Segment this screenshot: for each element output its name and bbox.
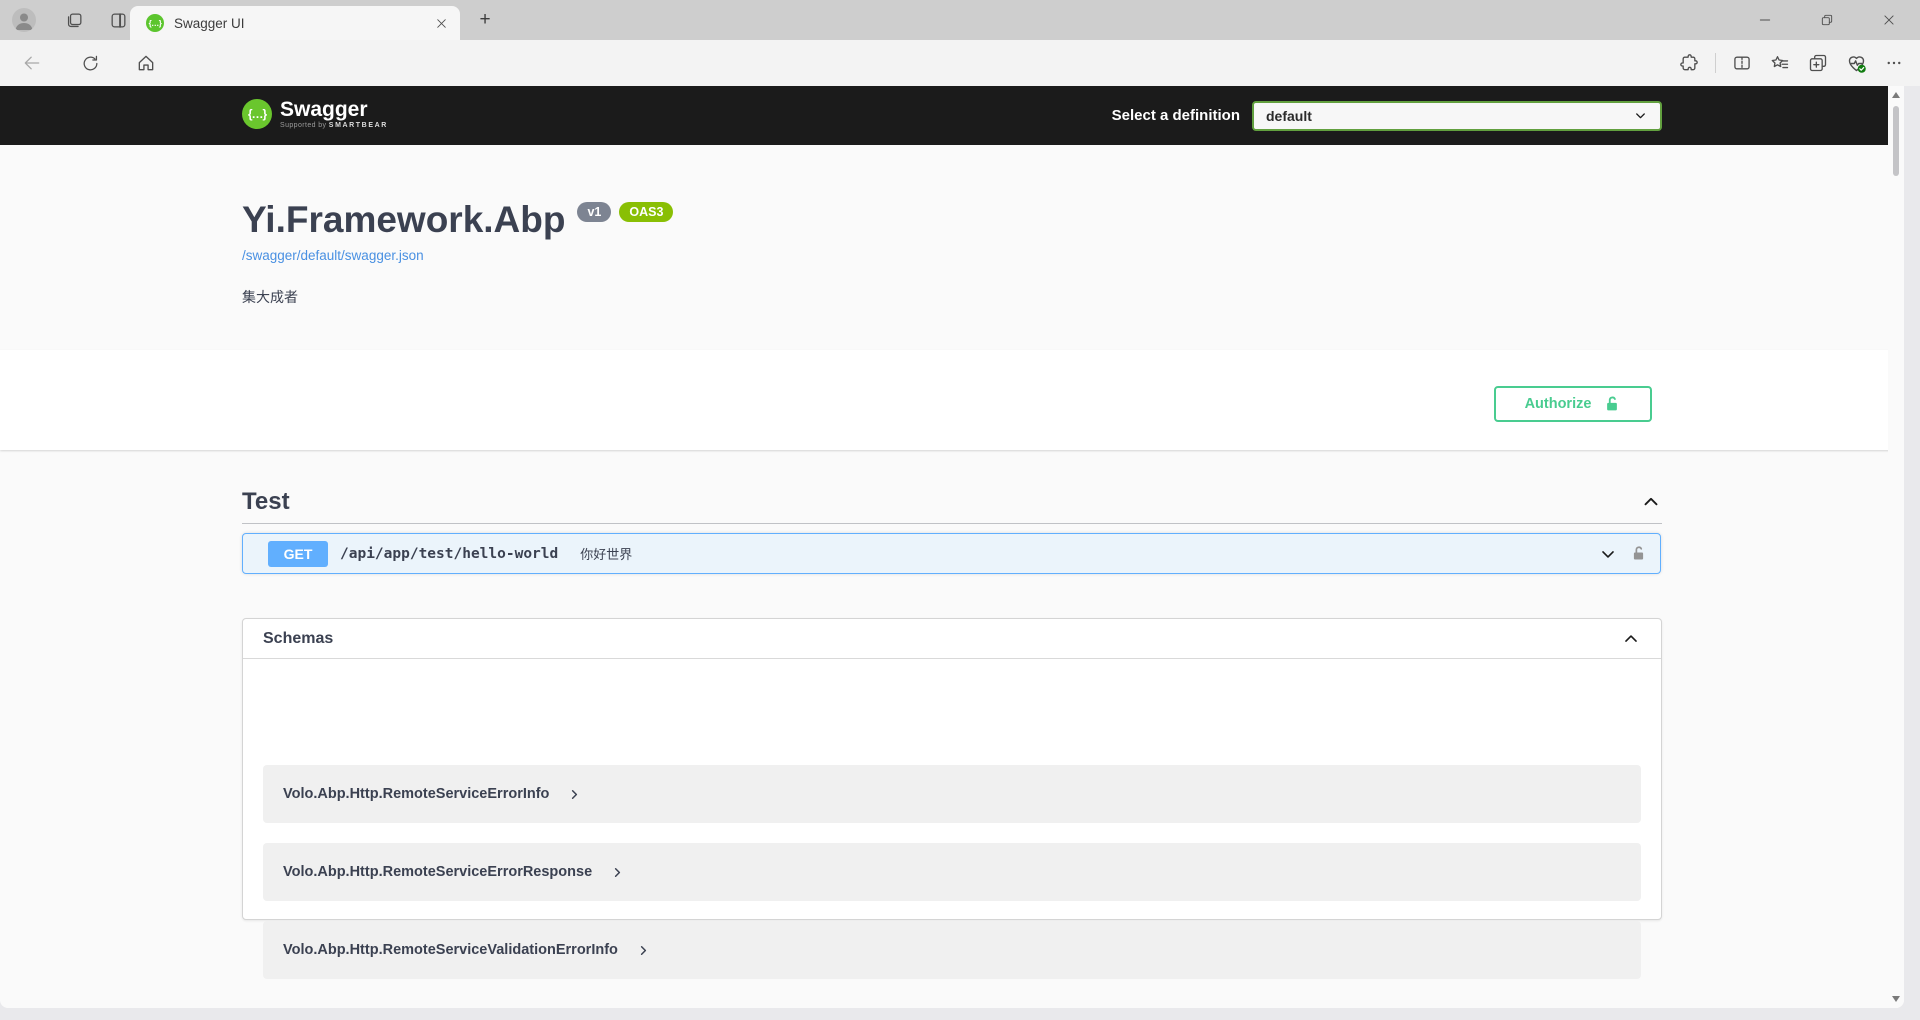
api-description: 集大成者 (242, 287, 298, 307)
profile-avatar[interactable] (12, 8, 36, 32)
schema-row[interactable]: Volo.Abp.Http.RemoteServiceValidationErr… (263, 921, 1641, 979)
close-icon (1882, 13, 1896, 27)
definition-select-value: default (1266, 108, 1633, 124)
browser-essentials-button[interactable] (1844, 51, 1868, 75)
minimize-icon (1758, 13, 1772, 27)
chevron-right-icon (636, 943, 651, 958)
home-icon (136, 53, 156, 73)
select-definition-label: Select a definition (1112, 107, 1240, 124)
restore-button[interactable] (1796, 0, 1858, 40)
tag-title: Test (242, 488, 1640, 516)
expand-operation-button[interactable] (1596, 542, 1620, 566)
chevron-right-icon (610, 865, 625, 880)
version-badge: v1 (577, 202, 611, 222)
home-button[interactable] (134, 51, 158, 75)
new-tab-button[interactable]: + (472, 9, 498, 31)
vertical-scrollbar[interactable] (1888, 86, 1904, 1008)
chevron-down-icon (1633, 108, 1648, 123)
screen: { "browser": { "tab_title": "Swagger UI"… (0, 0, 1920, 1020)
workspaces-button[interactable] (62, 8, 86, 32)
unlock-icon (1603, 395, 1621, 413)
schema-name: Volo.Abp.Http.RemoteServiceValidationErr… (283, 942, 618, 958)
refresh-button[interactable] (78, 51, 102, 75)
definition-selector: Select a definition default (1112, 86, 1662, 145)
browser-tab[interactable]: {…} Swagger UI (130, 6, 460, 40)
schema-name: Volo.Abp.Http.RemoteServiceErrorResponse (283, 864, 592, 880)
supported-by-text: Supported by (280, 122, 329, 129)
person-icon (12, 8, 36, 32)
web-content: {…} Swagger Supported by SMARTBEAR Selec… (0, 86, 1904, 1008)
tab-title: Swagger UI (174, 16, 432, 31)
schemas-header[interactable]: Schemas (243, 619, 1661, 659)
method-badge[interactable]: GET (268, 541, 328, 567)
collections-icon (1808, 53, 1828, 73)
scrollbar-down-arrow[interactable] (1892, 996, 1900, 1002)
favorites-star-list-icon (1770, 53, 1790, 73)
tab-close-button[interactable] (432, 14, 450, 32)
spec-json-link[interactable]: /swagger/default/swagger.json (242, 248, 424, 263)
back-button[interactable] (20, 51, 44, 75)
tab-actions-button[interactable] (106, 8, 130, 32)
extensions-button[interactable] (1677, 51, 1701, 75)
refresh-icon (81, 54, 100, 73)
schema-row[interactable]: Volo.Abp.Http.RemoteServiceErrorInfo (263, 765, 1641, 823)
swagger-favicon-icon: {…} (146, 14, 164, 32)
scrollbar-up-arrow[interactable] (1892, 92, 1900, 98)
chevron-up-icon[interactable] (1621, 629, 1641, 649)
swagger-logo-text: Swagger (280, 99, 388, 121)
chevron-down-icon (1598, 544, 1618, 564)
swagger-logo-subtext: Supported by SMARTBEAR (280, 122, 388, 129)
swagger-logo-icon: {…} (242, 99, 272, 129)
authorize-button[interactable]: Authorize (1494, 386, 1652, 422)
browser-essentials-icon (1846, 53, 1867, 74)
extensions-puzzle-icon (1679, 53, 1699, 73)
oas3-badge: OAS3 (619, 202, 673, 222)
unlock-icon (1630, 545, 1647, 562)
api-title-row: Yi.Framework.Abp v1 OAS3 (242, 198, 673, 242)
schemas-title: Schemas (263, 630, 1621, 648)
restore-icon (1820, 13, 1834, 27)
toolbar-separator (1715, 53, 1716, 73)
schema-name: Volo.Abp.Http.RemoteServiceErrorInfo (283, 786, 549, 802)
operation-auth-button[interactable] (1626, 542, 1650, 566)
close-window-button[interactable] (1858, 0, 1920, 40)
close-icon (435, 17, 448, 30)
operation-summary: 你好世界 (580, 544, 1596, 563)
split-screen-icon (1732, 53, 1752, 73)
browser-tab-bar: {…} Swagger UI + (0, 0, 1920, 40)
smartbear-text: SMARTBEAR (329, 122, 388, 129)
schema-row[interactable]: Volo.Abp.Http.RemoteServiceErrorResponse (263, 843, 1641, 901)
tab-actions-icon (109, 11, 128, 30)
window-controls (1734, 0, 1920, 40)
ellipsis-icon (1885, 54, 1903, 72)
settings-menu-button[interactable] (1882, 51, 1906, 75)
authorize-label: Authorize (1525, 396, 1592, 412)
back-arrow-icon (22, 53, 42, 73)
schemas-section: Schemas Volo.Abp.Http.RemoteServiceError… (242, 618, 1662, 920)
swagger-topbar: {…} Swagger Supported by SMARTBEAR Selec… (0, 86, 1904, 145)
split-screen-button[interactable] (1730, 51, 1754, 75)
swagger-logo[interactable]: {…} Swagger Supported by SMARTBEAR (242, 99, 388, 129)
scrollbar-thumb[interactable] (1893, 106, 1899, 176)
tag-section-header[interactable]: Test (242, 480, 1662, 524)
collections-button[interactable] (1806, 51, 1830, 75)
scheme-container: Authorize (0, 350, 1904, 450)
browser-toolbar: localhost:19001/swagger/index.html (0, 40, 1920, 86)
chevron-right-icon (567, 787, 582, 802)
operation-path[interactable]: /api/app/test/hello-world (340, 546, 558, 562)
definition-select[interactable]: default (1252, 101, 1662, 131)
chevron-up-icon[interactable] (1640, 491, 1662, 513)
workspaces-icon (65, 11, 84, 30)
operation-row-get[interactable]: GET /api/app/test/hello-world 你好世界 (242, 533, 1661, 574)
minimize-button[interactable] (1734, 0, 1796, 40)
favorites-button[interactable] (1768, 51, 1792, 75)
toolbar-right-icons (1677, 51, 1906, 75)
api-title: Yi.Framework.Abp (242, 198, 565, 242)
swagger-logo-textcol: Swagger Supported by SMARTBEAR (280, 99, 388, 129)
